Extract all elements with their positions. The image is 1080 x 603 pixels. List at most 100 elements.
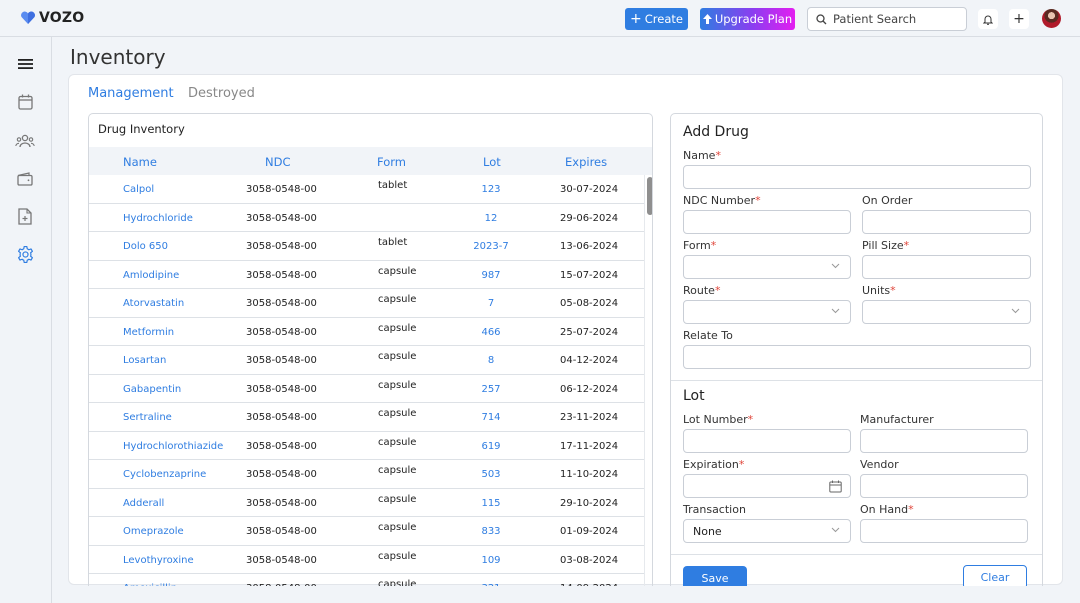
table-row[interactable]: Calpol 3058-0548-00 tablet 123 30-07-2024 bbox=[89, 175, 644, 204]
lot-link[interactable]: 619 bbox=[461, 441, 521, 452]
drug-name-link[interactable]: Losartan bbox=[123, 355, 166, 366]
quick-add-button[interactable]: + bbox=[1009, 9, 1029, 29]
lot-link[interactable]: 714 bbox=[461, 412, 521, 423]
upgrade-plan-button[interactable]: Upgrade Plan bbox=[700, 8, 795, 30]
table-row[interactable]: Hydrochlorothiazide 3058-0548-00 capsule 61… bbox=[89, 432, 644, 460]
table-row[interactable]: Gabapentin 3058-0548-00 capsule 257 06-12-20… bbox=[89, 375, 644, 403]
form-cell: tablet bbox=[378, 180, 408, 191]
form-cell: capsule bbox=[378, 579, 417, 586]
lot-link[interactable]: 833 bbox=[461, 526, 521, 537]
table-scrollbar[interactable] bbox=[644, 175, 652, 586]
table-row[interactable]: Adderall 3058-0548-00 capsule 115 29-10-2024 bbox=[89, 489, 644, 517]
drug-name-link[interactable]: Metformin bbox=[123, 327, 174, 338]
actions-divider bbox=[671, 554, 1042, 555]
sidebar-item-billing[interactable] bbox=[15, 169, 35, 189]
sidebar-item-calendar[interactable] bbox=[15, 92, 35, 112]
column-header-lot[interactable]: Lot bbox=[483, 155, 501, 169]
expires-cell: 29-10-2024 bbox=[560, 497, 619, 509]
table-row[interactable]: Omeprazole 3058-0548-00 capsule 833 01-09-20… bbox=[89, 517, 644, 546]
lot-link[interactable]: 2023-7 bbox=[461, 241, 521, 252]
drug-name-link[interactable]: Hydrochlorothiazide bbox=[123, 441, 223, 452]
lot-link[interactable]: 7 bbox=[461, 298, 521, 309]
transaction-label: Transaction bbox=[683, 503, 746, 516]
lot-link[interactable]: 466 bbox=[461, 327, 521, 338]
drug-name-link[interactable]: Cyclobenzaprine bbox=[123, 469, 206, 480]
drug-name-link[interactable]: Hydrochloride bbox=[123, 213, 193, 224]
vendor-input[interactable] bbox=[860, 474, 1028, 498]
drug-name-link[interactable]: Atorvastatin bbox=[123, 298, 184, 309]
lot-link[interactable]: 12 bbox=[461, 213, 521, 224]
drug-name-link[interactable]: Adderall bbox=[123, 498, 164, 509]
table-row[interactable]: Hydrochloride 3058-0548-00 12 29-06-2024 bbox=[89, 204, 644, 232]
clear-button[interactable]: Clear bbox=[963, 565, 1027, 586]
sidebar-item-patients[interactable] bbox=[15, 131, 35, 151]
sidebar-item-settings[interactable] bbox=[15, 244, 35, 264]
sidebar-item-documents[interactable] bbox=[15, 206, 35, 226]
lot-link[interactable]: 115 bbox=[461, 498, 521, 509]
logo[interactable]: VOZO bbox=[20, 10, 84, 26]
drug-name-link[interactable]: Omeprazole bbox=[123, 526, 184, 537]
table-row[interactable]: Atorvastatin 3058-0548-00 capsule 7 05-08-20… bbox=[89, 289, 644, 318]
column-header-form[interactable]: Form bbox=[377, 155, 406, 169]
table-row[interactable]: Sertraline 3058-0548-00 capsule 714 23-11-20… bbox=[89, 403, 644, 432]
drug-name-link[interactable]: Calpol bbox=[123, 184, 154, 195]
column-header-expires[interactable]: Expires bbox=[565, 155, 607, 169]
table-row[interactable]: Amlodipine 3058-0548-00 capsule 987 15-07-20… bbox=[89, 261, 644, 289]
manufacturer-input[interactable] bbox=[860, 429, 1028, 453]
tab-destroyed[interactable]: Destroyed bbox=[188, 86, 255, 101]
name-input[interactable] bbox=[683, 165, 1031, 189]
column-header-name[interactable]: Name bbox=[123, 155, 157, 169]
lot-link[interactable]: 987 bbox=[461, 270, 521, 281]
required-mark: * bbox=[908, 503, 914, 516]
units-select[interactable] bbox=[862, 300, 1031, 324]
create-button[interactable]: + Create bbox=[625, 8, 688, 30]
tab-management[interactable]: Management bbox=[88, 86, 174, 101]
expires-cell: 06-12-2024 bbox=[560, 383, 619, 395]
gear-icon bbox=[17, 245, 33, 263]
ndc-cell: 3058-0548-00 bbox=[246, 526, 317, 537]
on-order-input[interactable] bbox=[862, 210, 1031, 234]
lot-link[interactable]: 123 bbox=[461, 184, 521, 195]
route-select[interactable] bbox=[683, 300, 851, 324]
ndc-cell: 3058-0548-00 bbox=[246, 440, 317, 452]
table-row[interactable]: Amoxicillin 3058-0548-00 capsule 321 14-09-2… bbox=[89, 574, 644, 586]
lot-link[interactable]: 257 bbox=[461, 384, 521, 395]
sidebar-item-menu[interactable] bbox=[15, 54, 35, 74]
expires-cell: 30-07-2024 bbox=[560, 184, 619, 195]
lot-link[interactable]: 503 bbox=[461, 469, 521, 480]
user-avatar[interactable] bbox=[1042, 9, 1061, 28]
transaction-select[interactable]: None bbox=[683, 519, 851, 543]
drug-name-link[interactable]: Amlodipine bbox=[123, 270, 179, 281]
scrollbar-thumb[interactable] bbox=[647, 177, 652, 215]
table-row[interactable]: Losartan 3058-0548-00 capsule 8 04-12-2024 bbox=[89, 346, 644, 375]
expiration-date-input[interactable] bbox=[683, 474, 851, 498]
expires-cell: 04-12-2024 bbox=[560, 355, 619, 366]
ndc-number-input[interactable] bbox=[683, 210, 851, 234]
add-drug-title: Add Drug bbox=[683, 124, 749, 140]
lot-link[interactable]: 109 bbox=[461, 555, 521, 566]
save-button[interactable]: Save bbox=[683, 566, 747, 586]
table-row[interactable]: Dolo 650 3058-0548-00 tablet 2023-7 13-06-20… bbox=[89, 232, 644, 261]
column-header-ndc[interactable]: NDC bbox=[265, 155, 291, 169]
table-row[interactable]: Metformin 3058-0548-00 capsule 466 25-07-202… bbox=[89, 318, 644, 346]
table-row[interactable]: Cyclobenzaprine 3058-0548-00 capsule 503 11-… bbox=[89, 460, 644, 489]
drug-name-link[interactable]: Dolo 650 bbox=[123, 241, 168, 252]
lot-link[interactable]: 8 bbox=[461, 355, 521, 366]
patient-search-input[interactable] bbox=[833, 12, 958, 26]
form-select[interactable] bbox=[683, 255, 851, 279]
drug-name-link[interactable]: Sertraline bbox=[123, 412, 172, 423]
calendar-icon[interactable] bbox=[829, 480, 842, 493]
lot-link[interactable]: 321 bbox=[461, 583, 521, 586]
pill-size-input[interactable] bbox=[862, 255, 1031, 279]
drug-name-link[interactable]: Levothyroxine bbox=[123, 555, 194, 566]
on-hand-input[interactable] bbox=[860, 519, 1028, 543]
notifications-button[interactable] bbox=[978, 9, 998, 29]
bell-icon bbox=[983, 15, 993, 25]
required-mark: * bbox=[890, 284, 896, 297]
drug-name-link[interactable]: Gabapentin bbox=[123, 384, 181, 395]
drug-name-link[interactable]: Amoxicillin bbox=[123, 583, 177, 586]
relate-to-input[interactable] bbox=[683, 345, 1031, 369]
lot-number-input[interactable] bbox=[683, 429, 851, 453]
table-row[interactable]: Levothyroxine 3058-0548-00 capsule 109 03-08… bbox=[89, 546, 644, 574]
patient-search[interactable] bbox=[807, 7, 967, 31]
